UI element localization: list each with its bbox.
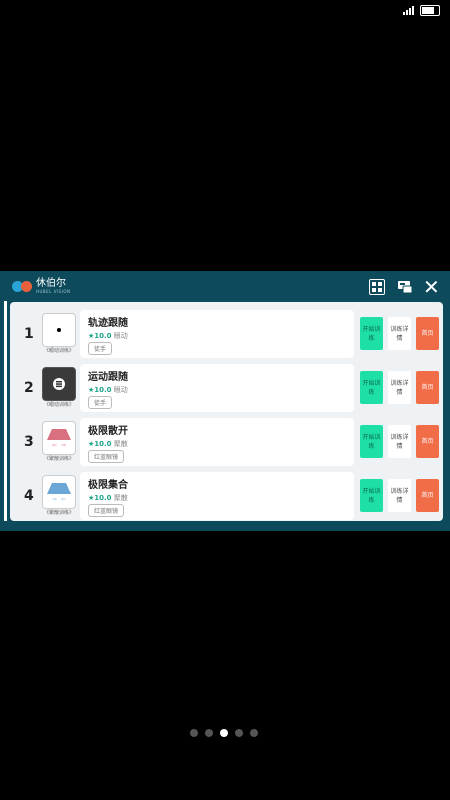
item-meta: ★10.0 眼动 — [88, 385, 128, 395]
training-detail-button[interactable]: 训练详情 — [388, 479, 411, 512]
list-item: 2 《眼动训练》 运动跟随 ★10.0 眼动 徒手 开始训练 训练详情 首页 — [16, 364, 442, 414]
thumbnail-dot-icon[interactable] — [42, 313, 76, 347]
thumbnail-caption: 《聚散训练》 — [43, 510, 74, 516]
item-number: 4 — [24, 488, 34, 504]
home-button[interactable]: 首页 — [416, 479, 439, 512]
list-item: 4 ⇒ ⇐ 《聚散训练》 极限集合 ★10.0 聚散 红蓝眼镜 开始训练 训练详情… — [16, 472, 442, 522]
home-button[interactable]: 首页 — [416, 425, 439, 458]
training-detail-button[interactable]: 训练详情 — [388, 317, 411, 350]
status-bar — [0, 0, 450, 22]
home-button[interactable]: 首页 — [416, 317, 439, 350]
app-window: 休伯尔 HUBEL VISION ✕ 1 《眼动训练》 轨迹跟随 ★10.0 眼… — [0, 271, 450, 531]
item-card[interactable]: 极限集合 ★10.0 聚散 红蓝眼镜 — [80, 472, 354, 520]
list-item: 3 ⇐ ⇒ 《聚散训练》 极限散开 ★10.0 聚散 红蓝眼镜 开始训练 训练详情… — [16, 418, 442, 468]
item-category: 聚散 — [113, 494, 128, 502]
item-tag: 红蓝眼镜 — [88, 450, 125, 463]
item-card[interactable]: 轨迹跟随 ★10.0 眼动 徒手 — [80, 310, 354, 358]
item-tag: 红蓝眼镜 — [88, 504, 125, 517]
page-dot[interactable] — [250, 729, 258, 737]
thumbnail-blue-trapezoid-icon[interactable]: ⇒ ⇐ — [42, 475, 76, 509]
training-detail-button[interactable]: 训练详情 — [388, 425, 411, 458]
brand-subtitle: HUBEL VISION — [36, 289, 71, 294]
item-meta: ★10.0 聚散 — [88, 493, 128, 503]
page-dot-active[interactable] — [220, 729, 228, 737]
training-list: 1 《眼动训练》 轨迹跟随 ★10.0 眼动 徒手 开始训练 训练详情 首页 2… — [10, 302, 443, 521]
star-score: ★10.0 — [88, 494, 112, 502]
thumbnail-disc-icon[interactable] — [42, 367, 76, 401]
item-number: 2 — [24, 380, 34, 396]
home-button[interactable]: 首页 — [416, 371, 439, 404]
item-title: 运动跟随 — [88, 372, 128, 383]
star-score: ★10.0 — [88, 386, 112, 394]
brand-logo: 休伯尔 HUBEL VISION — [12, 279, 70, 294]
start-training-button[interactable]: 开始训练 — [360, 371, 383, 404]
svg-text:⇐: ⇐ — [52, 442, 57, 449]
close-icon[interactable]: ✕ — [423, 277, 440, 297]
scrollbar[interactable] — [4, 301, 7, 521]
item-meta: ★10.0 聚散 — [88, 439, 128, 449]
item-card[interactable]: 运动跟随 ★10.0 眼动 徒手 — [80, 364, 354, 412]
page-dot[interactable] — [205, 729, 213, 737]
screen-cast-icon[interactable] — [397, 279, 413, 295]
thumbnail-caption: 《眼动训练》 — [43, 348, 74, 354]
item-number: 3 — [24, 434, 34, 450]
item-category: 眼动 — [113, 386, 128, 394]
item-category: 聚散 — [113, 440, 128, 448]
start-training-button[interactable]: 开始训练 — [360, 479, 383, 512]
grid-icon[interactable] — [369, 279, 385, 295]
status-icons — [403, 5, 440, 16]
list-item: 1 《眼动训练》 轨迹跟随 ★10.0 眼动 徒手 开始训练 训练详情 首页 — [16, 310, 442, 360]
svg-text:⇒: ⇒ — [61, 442, 66, 449]
thumbnail-caption: 《眼动训练》 — [43, 402, 74, 408]
item-tag: 徒手 — [88, 396, 113, 409]
svg-text:⇐: ⇐ — [61, 496, 66, 503]
item-title: 轨迹跟随 — [88, 318, 128, 329]
page-dot[interactable] — [190, 729, 198, 737]
logo-mark-orange — [21, 281, 32, 292]
item-meta: ★10.0 眼动 — [88, 331, 128, 341]
battery-icon — [420, 5, 440, 16]
start-training-button[interactable]: 开始训练 — [360, 317, 383, 350]
thumbnail-red-trapezoid-icon[interactable]: ⇐ ⇒ — [42, 421, 76, 455]
start-training-button[interactable]: 开始训练 — [360, 425, 383, 458]
item-card[interactable]: 极限散开 ★10.0 聚散 红蓝眼镜 — [80, 418, 354, 466]
item-category: 眼动 — [113, 332, 128, 340]
brand-name: 休伯尔 — [36, 278, 66, 289]
item-tag: 徒手 — [88, 342, 113, 355]
star-score: ★10.0 — [88, 332, 112, 340]
star-score: ★10.0 — [88, 440, 112, 448]
item-title: 极限集合 — [88, 480, 128, 491]
item-number: 1 — [24, 326, 34, 342]
svg-text:⇒: ⇒ — [52, 496, 57, 503]
signal-icon — [403, 6, 414, 15]
training-detail-button[interactable]: 训练详情 — [388, 371, 411, 404]
page-indicator — [190, 729, 258, 737]
page-dot[interactable] — [235, 729, 243, 737]
thumbnail-caption: 《聚散训练》 — [43, 456, 74, 462]
top-bar: 休伯尔 HUBEL VISION ✕ — [0, 271, 450, 303]
item-title: 极限散开 — [88, 426, 128, 437]
